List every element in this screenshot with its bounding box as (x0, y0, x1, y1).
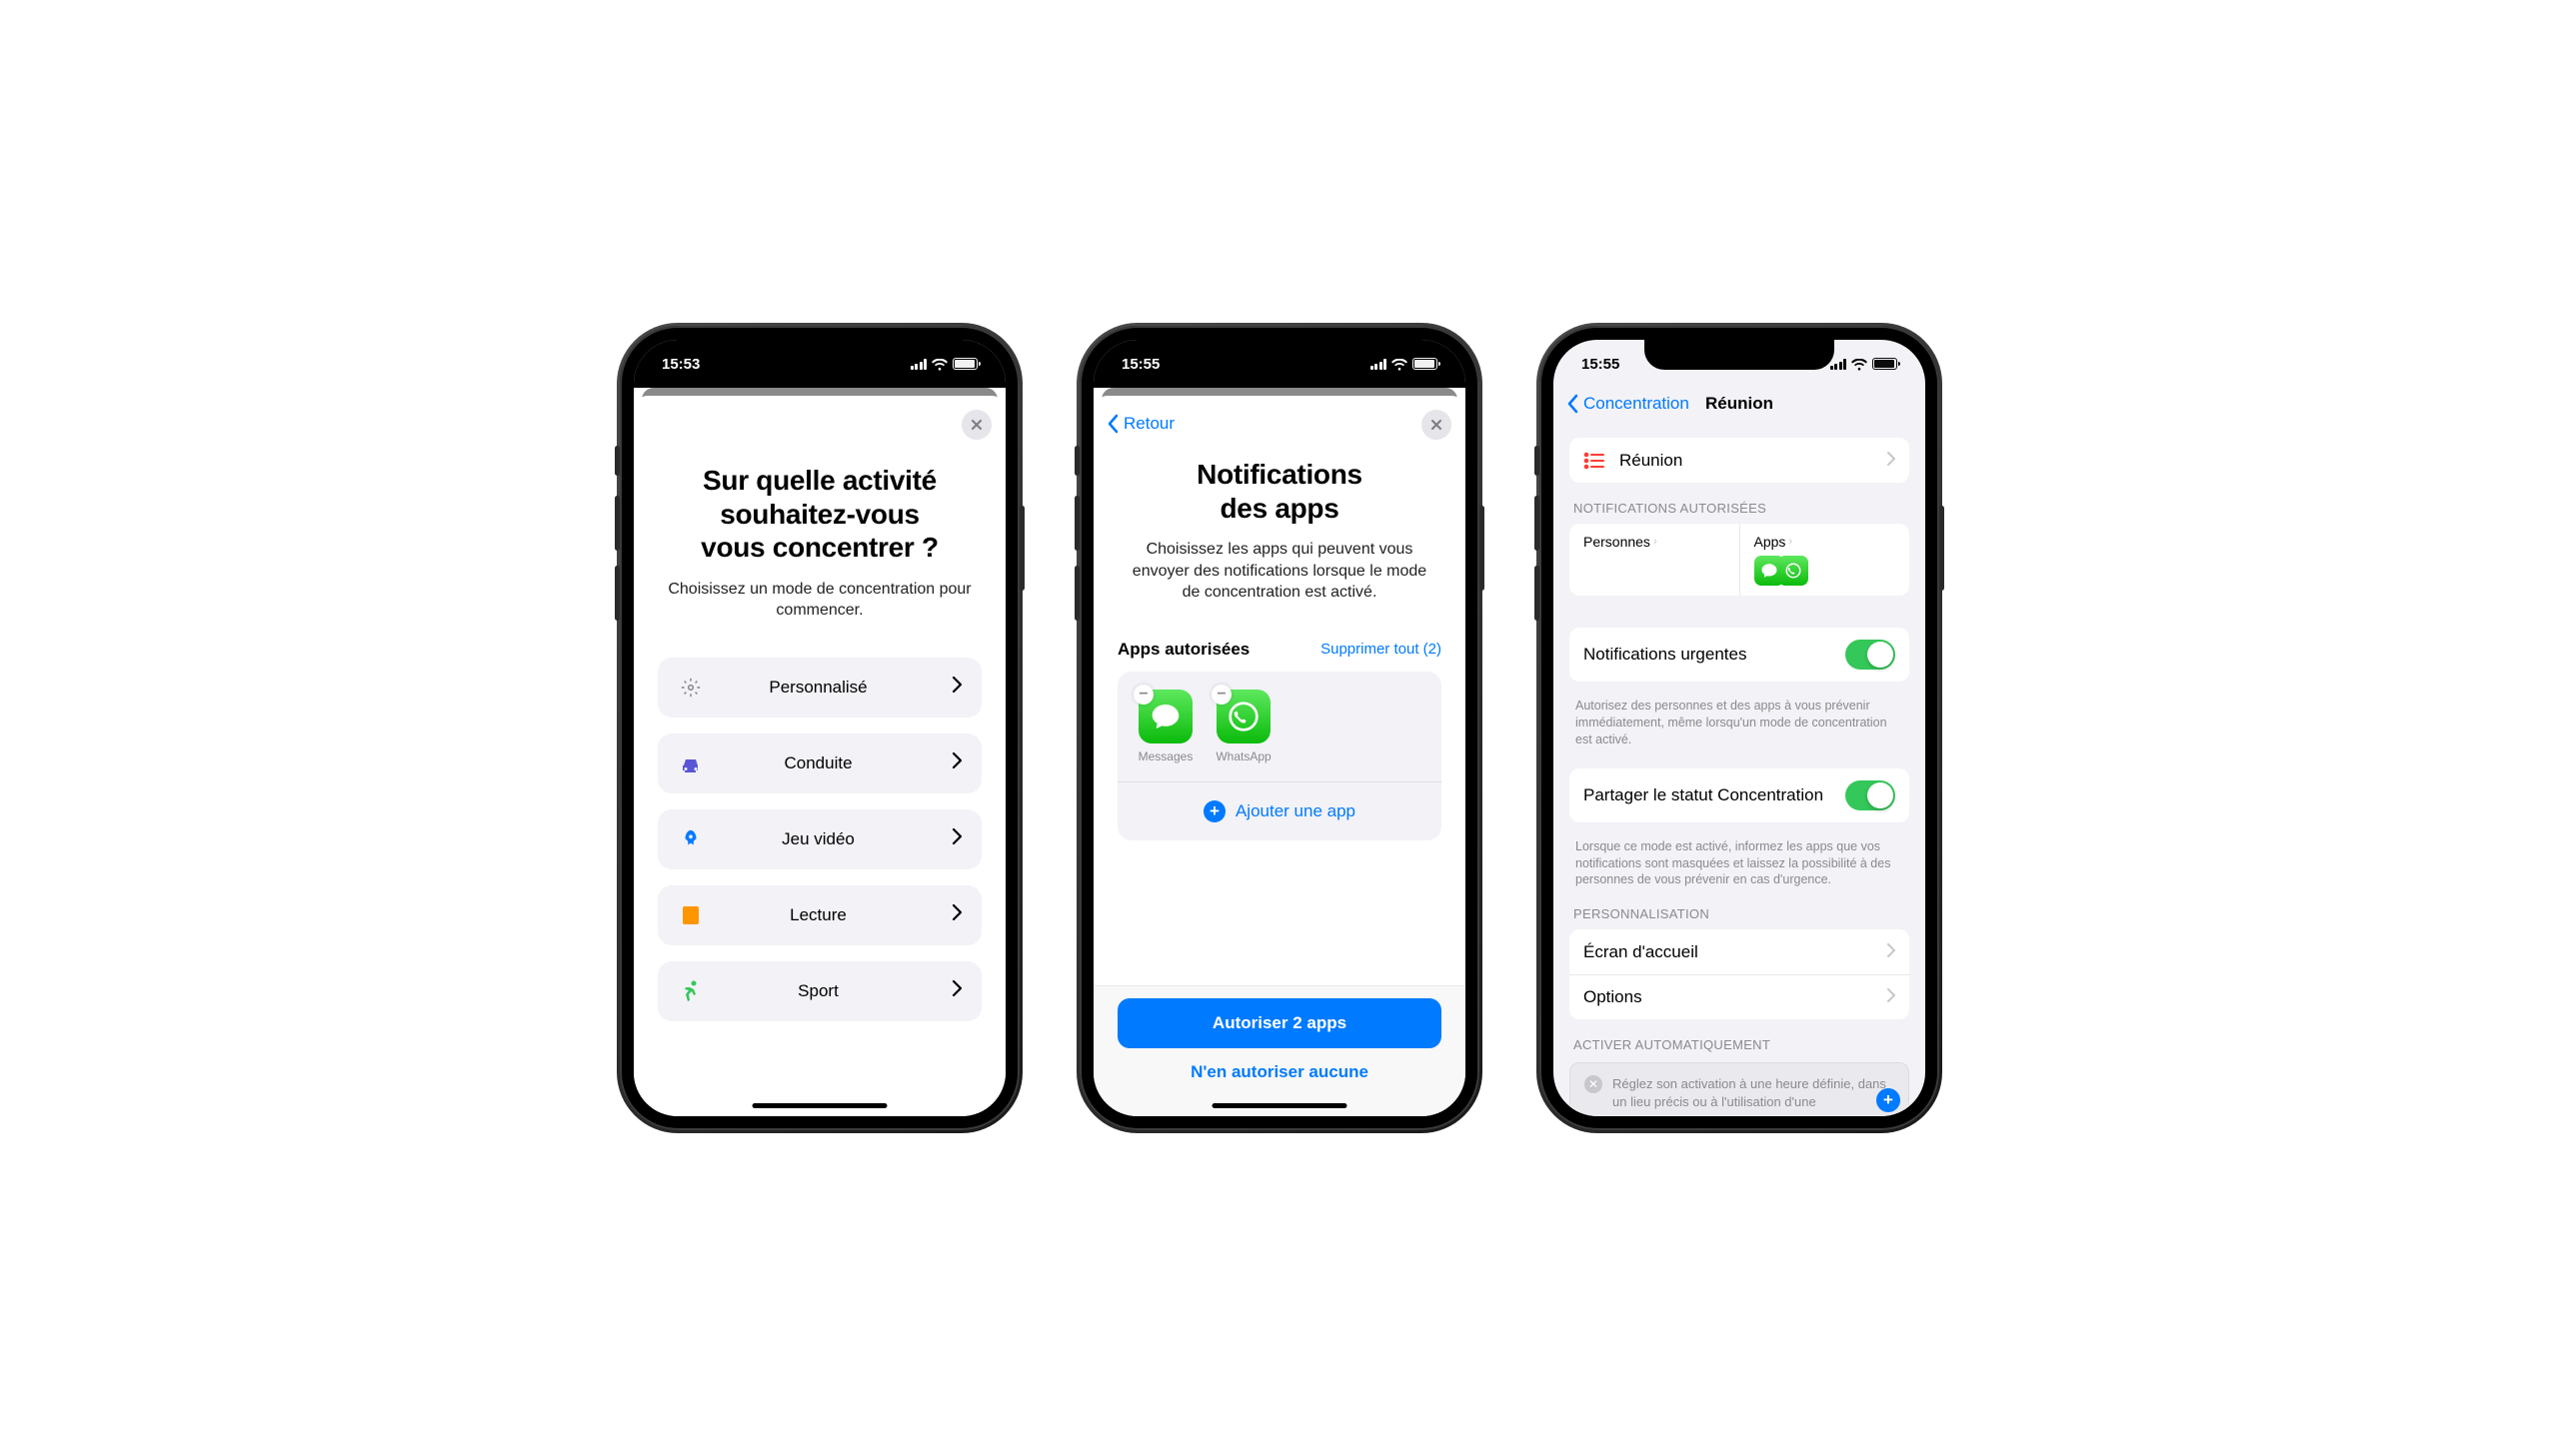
add-automation-button[interactable]: + (1876, 1088, 1900, 1112)
phone-mockup-2: 15:55 Retour Notifications des apps (1080, 326, 1479, 1130)
messages-app-icon: − (1139, 690, 1193, 743)
allowed-people-cell[interactable]: Personnes› (1569, 524, 1739, 596)
focus-option-car[interactable]: Conduite (658, 733, 982, 793)
notch (1644, 340, 1834, 370)
allowed-app-whatsapp: − WhatsApp (1214, 690, 1274, 763)
nav-bar: Concentration Réunion (1553, 388, 1925, 424)
whatsapp-app-icon: − (1217, 690, 1271, 743)
focus-option-sparkle[interactable]: Personnalisé (658, 658, 982, 718)
auto-activate-hint: ✕ Réglez son activation à une heure défi… (1569, 1062, 1909, 1116)
phone-mockup-3: 15:55 Concentration Réunion Réunio (1539, 326, 1939, 1130)
remove-app-button[interactable]: − (1212, 685, 1232, 705)
urgent-footer: Autorisez des personnes et des apps à vo… (1569, 690, 1909, 748)
allowed-app-messages: − Messages (1136, 690, 1196, 763)
options-cell[interactable]: Options (1569, 974, 1909, 1019)
close-button[interactable] (962, 410, 992, 440)
dismiss-hint-button[interactable]: ✕ (1584, 1075, 1602, 1093)
share-footer: Lorsque ce mode est activé, informez les… (1569, 830, 1909, 889)
allowed-apps-cell[interactable]: Apps› (1739, 524, 1910, 596)
close-icon (1430, 419, 1442, 431)
share-status-cell: Partager le statut Concentration (1569, 768, 1909, 822)
option-label: Personnalisé (684, 678, 953, 698)
app-name-label: Messages (1139, 749, 1194, 763)
focus-option-runner[interactable]: Sport (658, 961, 982, 1021)
allowed-apps-card: − Messages − WhatsApp + Ajouter une app (1118, 672, 1441, 840)
status-time: 15:55 (1581, 356, 1619, 373)
close-button[interactable] (1421, 410, 1451, 440)
back-button[interactable]: Concentration (1567, 394, 1689, 414)
chevron-right-icon: › (1788, 536, 1792, 548)
add-app-button[interactable]: + Ajouter une app (1118, 781, 1441, 840)
wifi-icon (1851, 358, 1867, 370)
plus-icon: + (1204, 800, 1226, 822)
phone-mockup-1: 15:53 Sur quelle activité souhaitez-vous… (620, 326, 1020, 1130)
focus-option-book[interactable]: Lecture (658, 885, 982, 945)
option-label: Jeu vidéo (684, 829, 953, 849)
chevron-right-icon (953, 752, 962, 773)
authorize-button[interactable]: Autoriser 2 apps (1118, 998, 1441, 1048)
sheet-title: Sur quelle activité souhaitez-vous vous … (658, 464, 982, 565)
option-label: Lecture (684, 905, 953, 925)
focus-option-rocket[interactable]: Jeu vidéo (658, 809, 982, 869)
nav-title: Réunion (1705, 394, 1773, 414)
option-label: Sport (684, 981, 953, 1001)
chevron-right-icon (1887, 451, 1895, 471)
list-bullet-icon (1583, 452, 1607, 470)
chevron-right-icon (953, 828, 962, 849)
sheet-subtitle: Choisissez un mode de concentration pour… (666, 579, 974, 622)
chevron-right-icon (953, 677, 962, 698)
chevron-right-icon (1887, 942, 1895, 962)
section-header-custom: PERSONNALISATION (1573, 906, 1905, 921)
section-header-auto: ACTIVER AUTOMATIQUEMENT (1573, 1037, 1905, 1052)
section-header-allowed: NOTIFICATIONS AUTORISÉES (1573, 501, 1905, 516)
home-screen-cell[interactable]: Écran d'accueil (1569, 929, 1909, 974)
chevron-left-icon (1108, 414, 1120, 434)
cellular-icon (1830, 359, 1847, 370)
chevron-right-icon (953, 904, 962, 925)
chevron-left-icon (1567, 394, 1579, 414)
focus-selection-sheet: Sur quelle activité souhaitez-vous vous … (634, 396, 1006, 1116)
urgent-notifications-cell: Notifications urgentes (1569, 628, 1909, 682)
delete-all-button[interactable]: Supprimer tout (2) (1320, 641, 1441, 658)
battery-icon (1872, 358, 1897, 370)
authorize-none-button[interactable]: N'en autoriser aucune (1118, 1062, 1441, 1082)
whatsapp-app-icon (1778, 556, 1808, 586)
focus-name-cell[interactable]: Réunion (1569, 438, 1909, 483)
sheet-title: Notifications des apps (1118, 458, 1441, 525)
chevron-right-icon: › (1653, 536, 1657, 548)
home-indicator[interactable] (1213, 1103, 1347, 1108)
urgent-notifications-toggle[interactable] (1845, 640, 1895, 670)
back-button[interactable]: Retour (1108, 414, 1175, 434)
app-name-label: WhatsApp (1216, 749, 1271, 763)
section-title: Apps autorisées (1118, 640, 1250, 660)
share-status-toggle[interactable] (1845, 780, 1895, 810)
notch (725, 340, 915, 370)
close-icon (971, 419, 983, 431)
home-indicator[interactable] (753, 1103, 888, 1108)
remove-app-button[interactable]: − (1134, 685, 1154, 705)
notch (1185, 340, 1374, 370)
sheet-subtitle: Choisissez les apps qui peuvent vous env… (1126, 539, 1433, 604)
app-notifications-sheet: Retour Notifications des apps Choisissez… (1094, 396, 1465, 1116)
chevron-right-icon (953, 980, 962, 1001)
chevron-right-icon (1887, 987, 1895, 1007)
option-label: Conduite (684, 753, 953, 773)
